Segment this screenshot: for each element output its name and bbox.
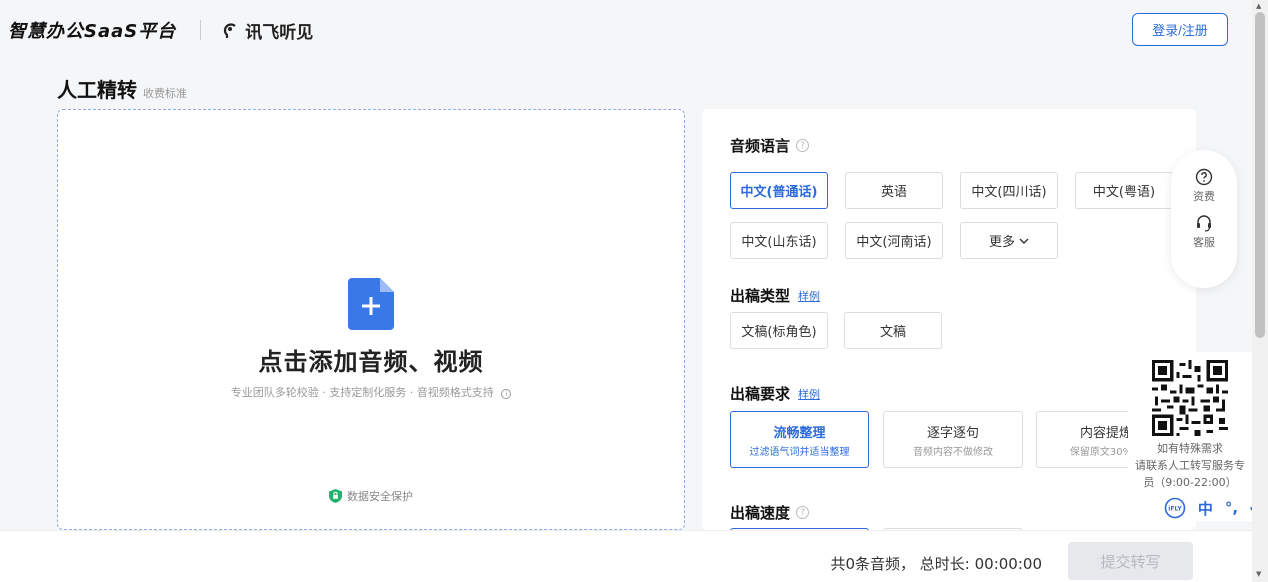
draft-type-plain[interactable]: 文稿 [844, 312, 942, 349]
speed-title-text: 出稿速度 [730, 504, 791, 522]
shield-icon [329, 489, 342, 503]
qr-line-1: 如有特殊需求 [1157, 442, 1223, 455]
question-circle-icon [1195, 168, 1213, 186]
ifly-ime-logo-icon[interactable]: iFLY [1164, 497, 1186, 519]
lang-option-mandarin[interactable]: 中文(普通话) [730, 172, 828, 209]
lang-option-english[interactable]: 英语 [845, 172, 943, 209]
help-icon[interactable]: ? [796, 139, 810, 152]
upload-desc-text: 专业团队多轮校验 · 支持定制化服务 · 音视频格式支持 [230, 386, 494, 399]
requirement-sample-link[interactable]: 样例 [798, 386, 820, 402]
qr-line-3: 员（9:00-22:00） [1143, 476, 1237, 489]
fee-button[interactable]: 资费 [1193, 168, 1215, 204]
more-label: 更多 [988, 235, 1015, 250]
audio-summary: 共0条音频， 总时长: 00:00:00 [830, 555, 1042, 573]
page-title: 人工精转 收费标准 [57, 74, 187, 103]
scrollbar[interactable]: ▲ ▼ [1252, 0, 1268, 582]
draft-type-with-roles[interactable]: 文稿(标角色) [730, 312, 828, 349]
speed-help-icon[interactable]: ? [796, 506, 810, 519]
ime-mode-toggle[interactable]: 中 [1198, 498, 1213, 519]
security-note: 数据安全保护 [58, 488, 684, 504]
draft-type-sample-link[interactable]: 样例 [798, 288, 820, 304]
upload-title: 点击添加音频、视频 [258, 348, 484, 376]
floating-side-menu: 资费 客服 [1171, 150, 1237, 288]
bottom-bar: 共0条音频， 总时长: 00:00:00 提交转写 [0, 530, 1252, 582]
svg-text:iFLY: iFLY [1168, 506, 1182, 513]
upload-description: 专业团队多轮校验 · 支持定制化服务 · 音视频格式支持 i [58, 384, 684, 400]
lang-more-dropdown[interactable]: 更多 [960, 222, 1058, 259]
draft-type-section-title: 出稿类型 样例 [730, 285, 820, 306]
scroll-up-icon[interactable]: ▲ [1256, 2, 1261, 10]
upload-dropzone[interactable]: 点击添加音频、视频 专业团队多轮校验 · 支持定制化服务 · 音视频格式支持 i… [57, 109, 685, 530]
lang-option-cantonese[interactable]: 中文(粤语) [1075, 172, 1173, 209]
iflyrec-logo[interactable]: 讯飞听见 [221, 18, 313, 43]
header-divider [200, 20, 202, 40]
requirement-title-text: 出稿要求 [730, 385, 791, 403]
brand-title: 智慧办公SaaS平台 [8, 21, 177, 42]
ime-punct-toggle[interactable]: °, [1225, 499, 1238, 517]
headset-icon [1197, 215, 1211, 232]
lang-option-shandong[interactable]: 中文(山东话) [730, 222, 828, 259]
requirement-verbatim-desc: 音频内容不做修改 [913, 446, 993, 458]
language-title-text: 音频语言 [730, 137, 791, 155]
scroll-down-icon[interactable]: ▼ [1256, 570, 1261, 578]
requirement-section-title: 出稿要求 样例 [730, 383, 820, 404]
security-text: 数据安全保护 [347, 490, 413, 503]
scroll-thumb[interactable] [1255, 12, 1265, 338]
lang-option-sichuan[interactable]: 中文(四川话) [960, 172, 1058, 209]
qr-contact-card: 如有特殊需求 请联系人工转写服务专 员（9:00-22:00） [1128, 352, 1252, 500]
requirement-fluent[interactable]: 流畅整理 过滤语气词并适当整理 [730, 411, 869, 468]
page-title-text: 人工精转 [57, 78, 137, 102]
pricing-link[interactable]: 收费标准 [143, 87, 187, 100]
top-bar: 智慧办公SaaS平台 讯飞听见 登录/注册 [0, 0, 1252, 60]
chevron-down-icon [1019, 238, 1029, 244]
requirement-summary-name: 内容提炼 [1079, 425, 1132, 441]
lang-option-henan[interactable]: 中文(河南话) [845, 222, 943, 259]
settings-panel: 音频语言 ? 中文(普通话) 英语 中文(四川话) 中文(粤语) 中文(山东话)… [702, 109, 1196, 530]
speed-section-title: 出稿速度 ? [730, 502, 810, 523]
requirement-verbatim-name: 逐字逐句 [926, 425, 979, 441]
logo-text: 讯飞听见 [245, 22, 314, 43]
language-section-title: 音频语言 ? [730, 135, 810, 156]
qr-code-icon [1152, 360, 1228, 436]
requirement-fluent-name: 流畅整理 [773, 425, 826, 441]
ear-logo-icon [224, 23, 236, 38]
info-icon[interactable]: i [501, 389, 512, 399]
add-file-icon[interactable] [348, 278, 394, 330]
service-label: 客服 [1193, 236, 1215, 249]
submit-transcription-button[interactable]: 提交转写 [1068, 542, 1193, 580]
fee-label: 资费 [1193, 190, 1215, 203]
customer-service-button[interactable]: 客服 [1193, 214, 1215, 250]
draft-type-title-text: 出稿类型 [730, 287, 791, 305]
requirement-verbatim[interactable]: 逐字逐句 音频内容不做修改 [883, 411, 1023, 468]
requirement-fluent-desc: 过滤语气词并适当整理 [749, 446, 850, 458]
qr-line-2: 请联系人工转写服务专 [1135, 459, 1245, 472]
login-register-button[interactable]: 登录/注册 [1132, 13, 1228, 46]
